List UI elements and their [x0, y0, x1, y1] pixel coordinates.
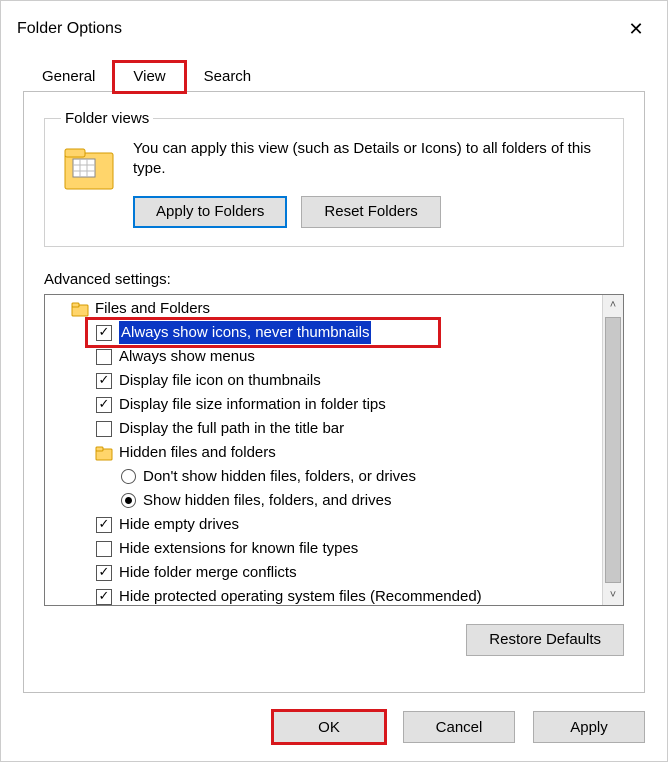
tab-general[interactable]: General	[23, 62, 114, 92]
checkbox-icon[interactable]	[95, 420, 113, 438]
tab-label: Search	[204, 68, 252, 85]
folder-views-group: Folder views Yo	[44, 110, 624, 247]
close-button[interactable]: ✕	[621, 14, 651, 44]
checkbox-icon[interactable]	[95, 348, 113, 366]
tree-item-label: Hide extensions for known file types	[119, 537, 358, 560]
title-bar: Folder Options ✕	[1, 1, 667, 47]
checkbox-icon[interactable]	[95, 564, 113, 582]
checkbox-icon[interactable]	[95, 540, 113, 558]
tab-strip: General View Search	[23, 59, 645, 91]
tree-item-hide-protected-os[interactable]: Hide protected operating system files (R…	[49, 585, 602, 605]
scroll-thumb[interactable]	[605, 317, 621, 583]
tree-item-hide-extensions[interactable]: Hide extensions for known file types	[49, 537, 602, 561]
tree-item-label: Show hidden files, folders, and drives	[143, 489, 391, 512]
checkbox-icon[interactable]	[95, 372, 113, 390]
close-icon: ✕	[628, 19, 643, 40]
button-label: Reset Folders	[324, 203, 417, 220]
folder-group-icon	[71, 300, 89, 318]
folder-icon	[61, 139, 117, 195]
tree-item-full-path-title[interactable]: Display the full path in the title bar	[49, 417, 602, 441]
tab-label: View	[133, 68, 165, 85]
content-area: General View Search Folder views	[1, 47, 667, 693]
folder-group-icon	[95, 444, 113, 462]
dialog-footer: OK Cancel Apply	[1, 693, 667, 761]
tab-view[interactable]: View	[114, 62, 184, 92]
window-title: Folder Options	[17, 20, 122, 38]
tab-search[interactable]: Search	[185, 62, 271, 92]
chevron-down-icon: ˅	[610, 589, 616, 601]
tree-item-label: Don't show hidden files, folders, or dri…	[143, 465, 416, 488]
tree-group-files-folders[interactable]: Files and Folders	[49, 297, 602, 321]
radio-icon[interactable]	[119, 492, 137, 510]
tree-item-always-icons[interactable]: Always show icons, never thumbnails	[49, 321, 602, 345]
restore-defaults-button[interactable]: Restore Defaults	[466, 624, 624, 656]
ok-button[interactable]: OK	[273, 711, 385, 743]
folder-views-legend: Folder views	[61, 110, 153, 127]
tree-item-hide-empty-drives[interactable]: Hide empty drives	[49, 513, 602, 537]
scroll-down-button[interactable]: ˅	[603, 585, 623, 605]
tree-item-label: Always show icons, never thumbnails	[119, 321, 371, 344]
tree-item-label: Display file icon on thumbnails	[119, 369, 321, 392]
folder-options-window: Folder Options ✕ General View Search Fol…	[0, 0, 668, 762]
tree-scrollbar[interactable]: ˄ ˅	[602, 295, 623, 605]
button-label: Apply to Folders	[156, 203, 264, 220]
cancel-button[interactable]: Cancel	[403, 711, 515, 743]
tab-body-view: Folder views Yo	[23, 91, 645, 693]
tree-item-label: Files and Folders	[95, 297, 210, 320]
button-label: Restore Defaults	[489, 631, 601, 648]
advanced-settings-label: Advanced settings:	[44, 271, 624, 288]
button-label: OK	[318, 719, 340, 736]
tree-item-label: Hidden files and folders	[119, 441, 276, 464]
apply-button[interactable]: Apply	[533, 711, 645, 743]
checkbox-icon[interactable]	[95, 396, 113, 414]
tree-item-label: Always show menus	[119, 345, 255, 368]
folder-views-description: You can apply this view (such as Details…	[133, 139, 607, 180]
radio-icon[interactable]	[119, 468, 137, 486]
checkbox-icon[interactable]	[95, 516, 113, 534]
apply-to-folders-button[interactable]: Apply to Folders	[133, 196, 287, 228]
tree-item-dont-show-hidden[interactable]: Don't show hidden files, folders, or dri…	[49, 465, 602, 489]
tree-item-label: Display the full path in the title bar	[119, 417, 344, 440]
button-label: Cancel	[436, 719, 483, 736]
tree-item-file-size-tips[interactable]: Display file size information in folder …	[49, 393, 602, 417]
checkbox-icon[interactable]	[95, 588, 113, 605]
tree-item-show-hidden[interactable]: Show hidden files, folders, and drives	[49, 489, 602, 513]
reset-folders-button[interactable]: Reset Folders	[301, 196, 440, 228]
tab-label: General	[42, 68, 95, 85]
button-label: Apply	[570, 719, 608, 736]
tree-item-label: Display file size information in folder …	[119, 393, 386, 416]
tree-group-hidden-files[interactable]: Hidden files and folders	[49, 441, 602, 465]
tree-item-label: Hide folder merge conflicts	[119, 561, 297, 584]
tree-item-label: Hide empty drives	[119, 513, 239, 536]
tree-item-hide-merge-conflicts[interactable]: Hide folder merge conflicts	[49, 561, 602, 585]
advanced-settings-tree: Files and Folders Always show icons, nev…	[44, 294, 624, 606]
tree-list[interactable]: Files and Folders Always show icons, nev…	[45, 295, 602, 605]
tree-item-label: Hide protected operating system files (R…	[119, 585, 482, 605]
tree-item-always-menus[interactable]: Always show menus	[49, 345, 602, 369]
tree-item-file-icon-thumb[interactable]: Display file icon on thumbnails	[49, 369, 602, 393]
chevron-up-icon: ˄	[610, 299, 616, 311]
scroll-up-button[interactable]: ˄	[603, 295, 623, 315]
checkbox-icon[interactable]	[95, 324, 113, 342]
